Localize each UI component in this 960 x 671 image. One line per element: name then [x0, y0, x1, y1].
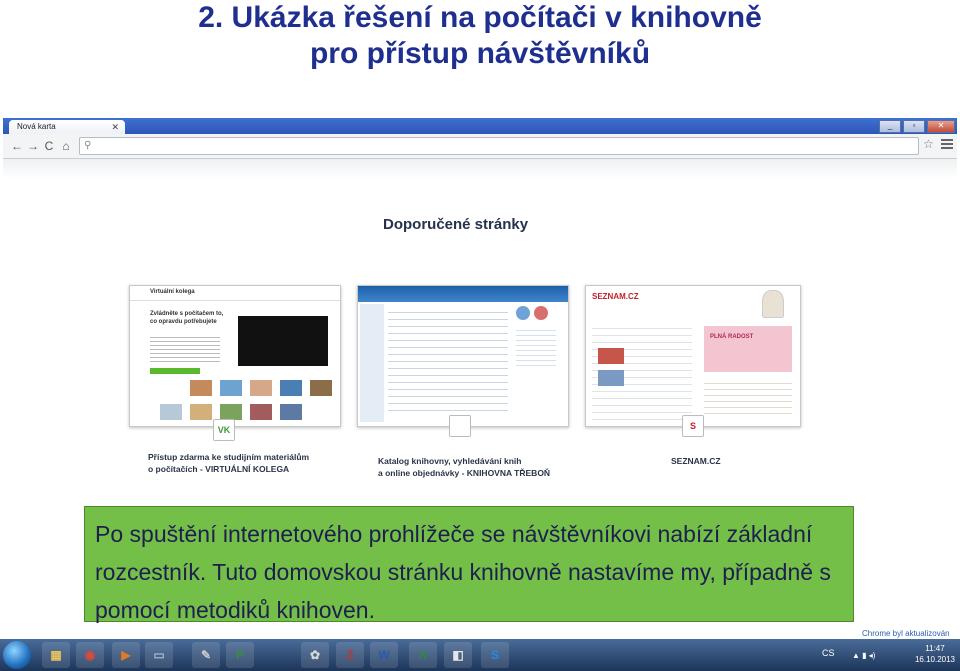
- taskbar-media-player-icon[interactable]: ▶: [112, 642, 140, 668]
- language-indicator[interactable]: CS: [822, 648, 835, 658]
- preview-text: PLNÁ RADOST: [710, 334, 754, 340]
- thumbnail-knihovna-trebon[interactable]: [357, 285, 569, 427]
- caption-line: SEZNAM.CZ: [671, 456, 721, 466]
- thumbnail-virtualni-kolega[interactable]: Virtuální kolega Zvládněte s počítačem t…: [129, 285, 341, 427]
- taskbar-skype-icon[interactable]: S: [481, 642, 509, 668]
- caption-line: Katalog knihovny, vyhledávání knih: [378, 456, 522, 466]
- system-tray-icons[interactable]: ▲ ▮ ◂): [852, 651, 875, 660]
- preview-title: SEZNAM.CZ: [592, 292, 639, 301]
- preview-title: Virtuální kolega: [150, 289, 195, 295]
- favicon-vk-icon: VK: [213, 419, 235, 441]
- caption-line: Přístup zdarma ke studijním materiálům: [148, 452, 310, 462]
- menu-icon[interactable]: [941, 137, 953, 151]
- slide-title-line-1: 2. Ukázka řešení na počítači v knihovně: [198, 1, 762, 34]
- taskbar-word-icon[interactable]: W: [370, 642, 398, 668]
- clock-time: 11:47: [925, 644, 945, 653]
- taskbar-filezilla-icon[interactable]: Z: [336, 642, 364, 668]
- caption-line: o počítačích - VIRTUÁLNÍ KOLEGA: [148, 464, 290, 474]
- thumbnail-seznam[interactable]: SEZNAM.CZ PLNÁ RADOST: [585, 285, 801, 427]
- taskbar-tablet-icon[interactable]: ▭: [145, 642, 173, 668]
- taskbar-powerpoint-viewer-icon[interactable]: P: [226, 642, 254, 668]
- minimize-button[interactable]: _: [879, 120, 901, 133]
- recommended-pages-heading: Doporučené stránky: [383, 216, 529, 233]
- tab-label: Nová karta: [17, 122, 56, 131]
- forward-arrow-icon[interactable]: →: [25, 138, 41, 154]
- taskbar-excel-icon[interactable]: X: [409, 642, 437, 668]
- caption-virtualni-kolega: Přístup zdarma ke studijním materiálům o…: [148, 451, 309, 475]
- favicon-seznam-icon: S: [682, 415, 704, 437]
- caption-seznam: SEZNAM.CZ: [671, 455, 721, 467]
- slide-title: 2. Ukázka řešení na počítači v knihovně …: [0, 0, 960, 72]
- browser-toolbar: ← → C ⌂ ⚲ ☆: [3, 134, 957, 159]
- clock[interactable]: 11:47 16.10.2013: [912, 643, 958, 665]
- taskbar: ▦ ◉ ▶ ▭ ✎ P ✿ Z W X ◧ S CS ▲ ▮ ◂) 11:47 16.10.2013: [0, 639, 960, 671]
- caption-knihovna-trebon: Katalog knihovny, vyhledávání knih a onl…: [378, 455, 550, 479]
- back-arrow-icon[interactable]: ←: [9, 138, 25, 154]
- browser-titlebar: Nová karta ✕ _ ▫ ✕: [3, 118, 957, 134]
- preview-text: Zvládněte s počítačem to, co opravdu pot…: [150, 311, 224, 325]
- slide-title-line-2: pro přístup návštěvníků: [309, 37, 651, 70]
- close-window-button[interactable]: ✕: [927, 120, 955, 133]
- reload-icon[interactable]: C: [41, 138, 57, 154]
- start-button[interactable]: [3, 641, 31, 669]
- bookmark-star-icon[interactable]: ☆: [923, 137, 934, 151]
- taskbar-explorer-icon[interactable]: ▦: [42, 642, 70, 668]
- taskbar-pdf-tool-icon[interactable]: ◧: [444, 642, 472, 668]
- explanation-callout: Po spuštění internetového prohlížeče se …: [84, 506, 854, 623]
- caption-line: a online objednávky - KNIHOVNA TŘEBOŇ: [378, 468, 551, 478]
- page-top-shade: [3, 159, 957, 179]
- chrome-update-notification[interactable]: Chrome byl aktualizován: [862, 629, 950, 638]
- tab-close-icon[interactable]: ✕: [111, 120, 119, 134]
- favicon-page-icon: [449, 415, 471, 437]
- window-controls: _ ▫ ✕: [879, 120, 955, 133]
- home-icon[interactable]: ⌂: [58, 138, 74, 154]
- search-icon: ⚲: [84, 140, 92, 151]
- address-bar[interactable]: ⚲: [79, 137, 919, 155]
- taskbar-tools-icon[interactable]: ✎: [192, 642, 220, 668]
- tab-new-tab[interactable]: Nová karta ✕: [9, 120, 125, 134]
- explanation-text: Po spuštění internetového prohlížeče se …: [95, 521, 831, 623]
- clock-date: 16.10.2013: [914, 655, 956, 664]
- restore-button[interactable]: ▫: [903, 120, 925, 133]
- taskbar-chrome-icon[interactable]: ◉: [76, 642, 104, 668]
- browser-window: Nová karta ✕ _ ▫ ✕ ← → C ⌂ ⚲ ☆: [3, 118, 957, 179]
- taskbar-paint-icon[interactable]: ✿: [301, 642, 329, 668]
